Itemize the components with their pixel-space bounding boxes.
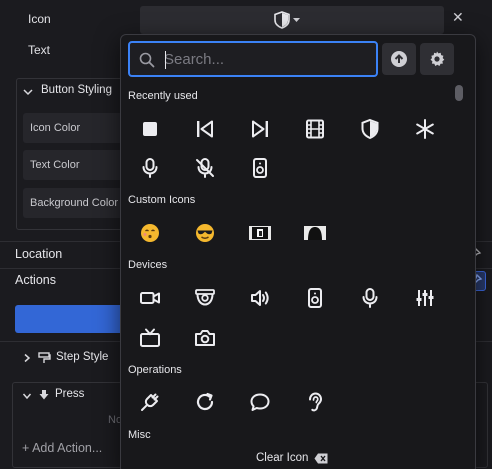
location-label: Location xyxy=(15,247,63,261)
category-recently-used: Recently used xyxy=(128,90,198,102)
search-input[interactable] xyxy=(164,49,364,69)
actions-label: Actions xyxy=(15,273,56,287)
upload-icon-button[interactable] xyxy=(382,43,416,75)
upload-arrow-icon xyxy=(391,51,407,67)
shield-half-icon[interactable] xyxy=(355,114,385,144)
background-color-row[interactable]: Background Color xyxy=(23,188,127,218)
skip-forward-icon[interactable] xyxy=(245,114,275,144)
button-styling-title: Button Styling xyxy=(41,84,112,96)
speaker-icon[interactable] xyxy=(300,283,330,313)
emoji-sunglasses-icon[interactable] xyxy=(190,218,220,248)
speaker-icon[interactable] xyxy=(245,153,275,183)
video-camera-icon[interactable] xyxy=(135,283,165,313)
paint-roller-icon xyxy=(38,352,51,363)
custom-image-1-icon[interactable] xyxy=(245,218,275,248)
primary-action-button[interactable] xyxy=(15,305,135,333)
background-color-label: Background Color xyxy=(30,197,119,209)
shield-half-icon xyxy=(274,11,300,29)
text-color-label: Text Color xyxy=(30,159,80,171)
gear-icon xyxy=(430,51,445,66)
press-title: Press xyxy=(55,388,85,400)
step-style-title: Step Style xyxy=(56,351,109,363)
category-devices: Devices xyxy=(128,259,168,271)
text-caret xyxy=(165,51,166,69)
stop-icon[interactable] xyxy=(135,114,165,144)
scrollbar-thumb[interactable] xyxy=(455,85,463,101)
refresh-icon[interactable] xyxy=(190,387,220,417)
search-icon xyxy=(139,52,155,68)
chevron-down-icon[interactable] xyxy=(22,391,32,401)
icon-color-label: Icon Color xyxy=(30,122,81,134)
microphone-icon[interactable] xyxy=(355,283,385,313)
backspace-icon xyxy=(314,453,328,464)
asterisk-icon[interactable] xyxy=(410,114,440,144)
icon-row-label: Icon xyxy=(28,12,51,26)
press-arrow-icon xyxy=(39,390,49,400)
text-color-row[interactable]: Text Color xyxy=(23,150,127,180)
category-custom-icons: Custom Icons xyxy=(128,194,196,206)
microphone-icon[interactable] xyxy=(135,153,165,183)
icon-select[interactable] xyxy=(140,6,444,34)
security-camera-icon[interactable] xyxy=(190,283,220,313)
icon-color-row[interactable]: Icon Color xyxy=(23,113,127,143)
chevron-down-icon[interactable] xyxy=(22,86,34,98)
custom-image-2-icon[interactable] xyxy=(300,218,330,248)
plug-icon[interactable] xyxy=(135,387,165,417)
equalizer-icon[interactable] xyxy=(410,283,440,313)
clear-icon-x[interactable]: ✕ xyxy=(452,10,464,24)
category-misc: Misc xyxy=(128,429,151,441)
volume-icon[interactable] xyxy=(245,283,275,313)
chevron-right-icon[interactable] xyxy=(22,353,32,363)
search-box[interactable] xyxy=(128,41,378,77)
category-operations: Operations xyxy=(128,364,182,376)
clear-icon-label: Clear Icon xyxy=(256,452,309,464)
emoji-kissing-icon[interactable] xyxy=(135,218,165,248)
add-action-button[interactable]: + Add Action... xyxy=(22,441,102,455)
text-row-label: Text xyxy=(28,43,51,57)
skip-back-icon[interactable] xyxy=(190,114,220,144)
picker-settings-button[interactable] xyxy=(420,43,454,75)
chat-icon[interactable] xyxy=(245,387,275,417)
icon-picker-popover: Recently used Custom Icons Devices Opera… xyxy=(120,34,476,469)
film-icon[interactable] xyxy=(300,114,330,144)
tv-icon[interactable] xyxy=(135,323,165,353)
ear-icon[interactable] xyxy=(300,387,330,417)
microphone-off-icon[interactable] xyxy=(190,153,220,183)
clear-icon-button[interactable]: Clear Icon xyxy=(121,447,475,469)
camera-icon[interactable] xyxy=(190,323,220,353)
